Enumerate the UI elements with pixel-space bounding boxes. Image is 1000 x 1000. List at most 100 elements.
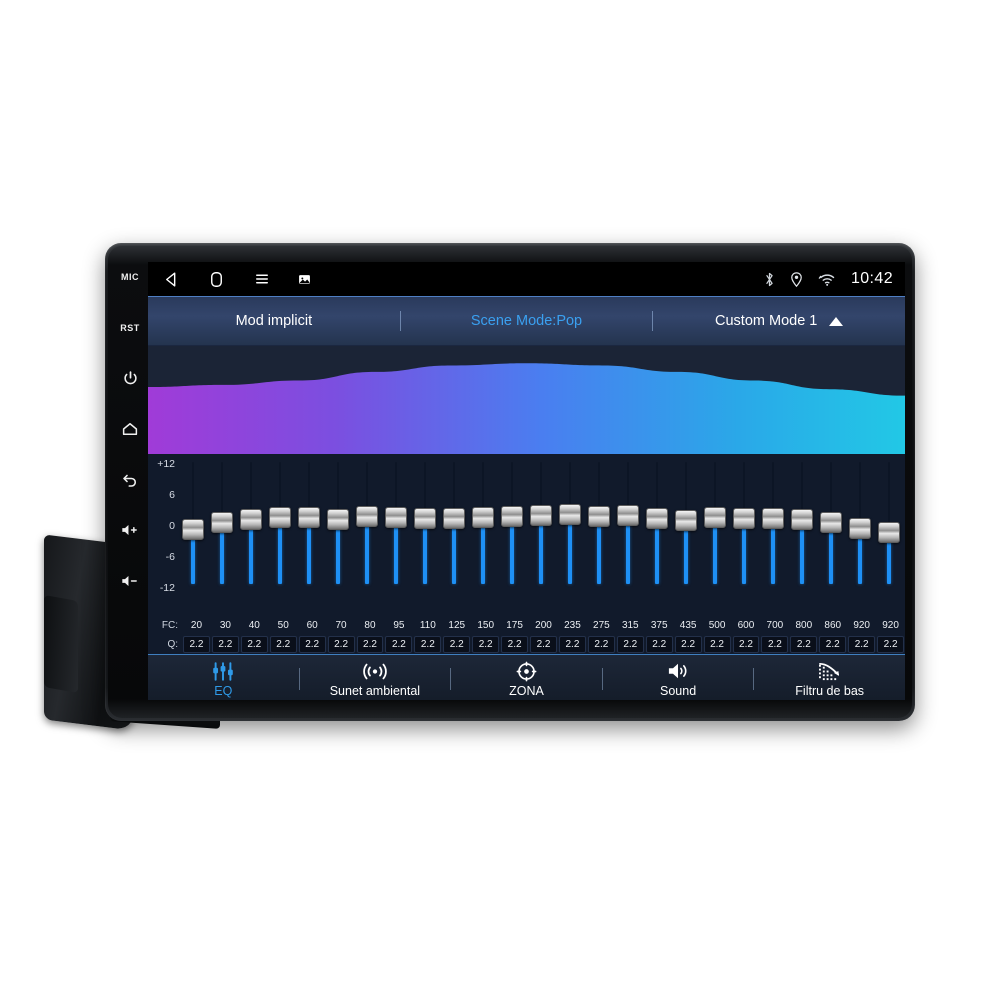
- tab-bass-filter[interactable]: Filtru de bas: [754, 655, 905, 700]
- eq-band-track[interactable]: [265, 454, 294, 584]
- back-button[interactable]: [115, 467, 145, 493]
- eq-band-knob[interactable]: [616, 505, 639, 527]
- eq-q-value[interactable]: 2.2: [443, 636, 471, 653]
- mode-default[interactable]: Mod implicit: [148, 313, 400, 329]
- eq-q-value[interactable]: 2.2: [761, 636, 789, 653]
- mode-custom[interactable]: Custom Mode 1: [653, 313, 905, 329]
- eq-band-knob[interactable]: [848, 518, 871, 540]
- eq-band-track[interactable]: [294, 454, 323, 584]
- eq-band-knob[interactable]: [819, 512, 842, 534]
- tab-bass-filter-label: Filtru de bas: [795, 683, 865, 698]
- eq-band-track[interactable]: [497, 454, 526, 584]
- tab-sound[interactable]: Sound: [603, 655, 754, 700]
- eq-band-knob[interactable]: [239, 509, 262, 531]
- home-button[interactable]: [115, 416, 145, 442]
- eq-band-rail-lower: [596, 524, 601, 584]
- eq-band-track[interactable]: [555, 454, 584, 584]
- eq-q-value[interactable]: 2.2: [877, 636, 905, 653]
- mic-button[interactable]: MIC: [115, 264, 145, 290]
- eq-q-value[interactable]: 2.2: [414, 636, 442, 653]
- eq-band-knob[interactable]: [558, 503, 581, 525]
- eq-q-value[interactable]: 2.2: [240, 636, 268, 653]
- eq-q-value[interactable]: 2.2: [385, 636, 413, 653]
- eq-q-value[interactable]: 2.2: [269, 636, 297, 653]
- eq-q-value[interactable]: 2.2: [703, 636, 731, 653]
- eq-band-track[interactable]: [700, 454, 729, 584]
- eq-band-knob[interactable]: [500, 506, 523, 528]
- nav-screenshot-button[interactable]: [298, 273, 311, 286]
- tab-eq[interactable]: EQ: [148, 655, 299, 700]
- eq-q-value[interactable]: 2.2: [645, 636, 673, 653]
- eq-q-value[interactable]: 2.2: [472, 636, 500, 653]
- eq-band-track[interactable]: [816, 454, 845, 584]
- eq-q-value[interactable]: 2.2: [790, 636, 818, 653]
- eq-q-value[interactable]: 2.2: [587, 636, 615, 653]
- mode-scene[interactable]: Scene Mode:Pop: [401, 313, 653, 329]
- eq-q-value[interactable]: 2.2: [732, 636, 760, 653]
- eq-q-value[interactable]: 2.2: [848, 636, 876, 653]
- eq-band-knob[interactable]: [442, 507, 465, 529]
- eq-q-value[interactable]: 2.2: [819, 636, 847, 653]
- eq-q-value[interactable]: 2.2: [616, 636, 644, 653]
- eq-band-knob[interactable]: [181, 518, 204, 540]
- eq-band-knob[interactable]: [355, 505, 378, 527]
- eq-band-track[interactable]: [381, 454, 410, 584]
- eq-band-knob[interactable]: [297, 506, 320, 528]
- eq-band-knob[interactable]: [703, 507, 726, 529]
- eq-response-curve: [148, 346, 905, 454]
- eq-band-track[interactable]: [613, 454, 642, 584]
- eq-q-value[interactable]: 2.2: [674, 636, 702, 653]
- eq-band-knob[interactable]: [674, 509, 697, 531]
- eq-band-knob[interactable]: [587, 505, 610, 527]
- eq-q-value[interactable]: 2.2: [558, 636, 586, 653]
- eq-q-value[interactable]: 2.2: [530, 636, 557, 653]
- eq-band-track[interactable]: [526, 454, 555, 584]
- eq-band-knob[interactable]: [326, 508, 349, 530]
- eq-band-track[interactable]: [410, 454, 439, 584]
- tab-ambient-sound[interactable]: Sunet ambiental: [300, 655, 451, 700]
- volume-down-button[interactable]: [115, 568, 145, 594]
- eq-q-value[interactable]: 2.2: [183, 636, 210, 653]
- eq-band-track[interactable]: [584, 454, 613, 584]
- eq-band-knob[interactable]: [210, 512, 233, 534]
- tab-zone[interactable]: ZONA: [451, 655, 602, 700]
- eq-band-track[interactable]: [845, 454, 874, 584]
- eq-band-track[interactable]: [352, 454, 381, 584]
- eq-band-knob[interactable]: [732, 507, 755, 529]
- eq-band-track[interactable]: [439, 454, 468, 584]
- eq-q-value[interactable]: 2.2: [501, 636, 529, 653]
- eq-band-knob[interactable]: [471, 506, 494, 528]
- eq-band-track[interactable]: [207, 454, 236, 584]
- hardware-button-column: MIC RST: [112, 258, 148, 600]
- eq-band-knob[interactable]: [529, 505, 552, 527]
- nav-back-button[interactable]: [162, 270, 181, 289]
- eq-band-track[interactable]: [787, 454, 816, 584]
- reset-button[interactable]: RST: [115, 315, 145, 341]
- eq-fc-value: 235: [564, 620, 581, 631]
- chevron-up-icon[interactable]: [829, 316, 844, 326]
- eq-band-knob[interactable]: [413, 508, 436, 530]
- power-button[interactable]: [115, 365, 145, 391]
- eq-q-value[interactable]: 2.2: [298, 636, 326, 653]
- eq-q-value[interactable]: 2.2: [327, 636, 355, 653]
- eq-band-knob[interactable]: [877, 521, 900, 543]
- eq-band-knob[interactable]: [268, 506, 291, 528]
- eq-band-track[interactable]: [236, 454, 265, 584]
- eq-band-track[interactable]: [758, 454, 787, 584]
- eq-band-knob[interactable]: [645, 508, 668, 530]
- nav-home-button[interactable]: [207, 270, 226, 289]
- eq-band-track[interactable]: [178, 454, 207, 584]
- nav-menu-button[interactable]: [252, 270, 272, 288]
- eq-band-track[interactable]: [671, 454, 700, 584]
- eq-band-knob[interactable]: [790, 508, 813, 530]
- eq-band-knob[interactable]: [761, 508, 784, 530]
- volume-up-button[interactable]: [115, 517, 145, 543]
- eq-band-track[interactable]: [729, 454, 758, 584]
- eq-q-value[interactable]: 2.2: [211, 636, 239, 653]
- eq-q-value[interactable]: 2.2: [356, 636, 384, 653]
- eq-band-knob[interactable]: [384, 507, 407, 529]
- eq-band-track[interactable]: [323, 454, 352, 584]
- eq-band-track[interactable]: [874, 454, 903, 584]
- eq-band-track[interactable]: [642, 454, 671, 584]
- eq-band-track[interactable]: [468, 454, 497, 584]
